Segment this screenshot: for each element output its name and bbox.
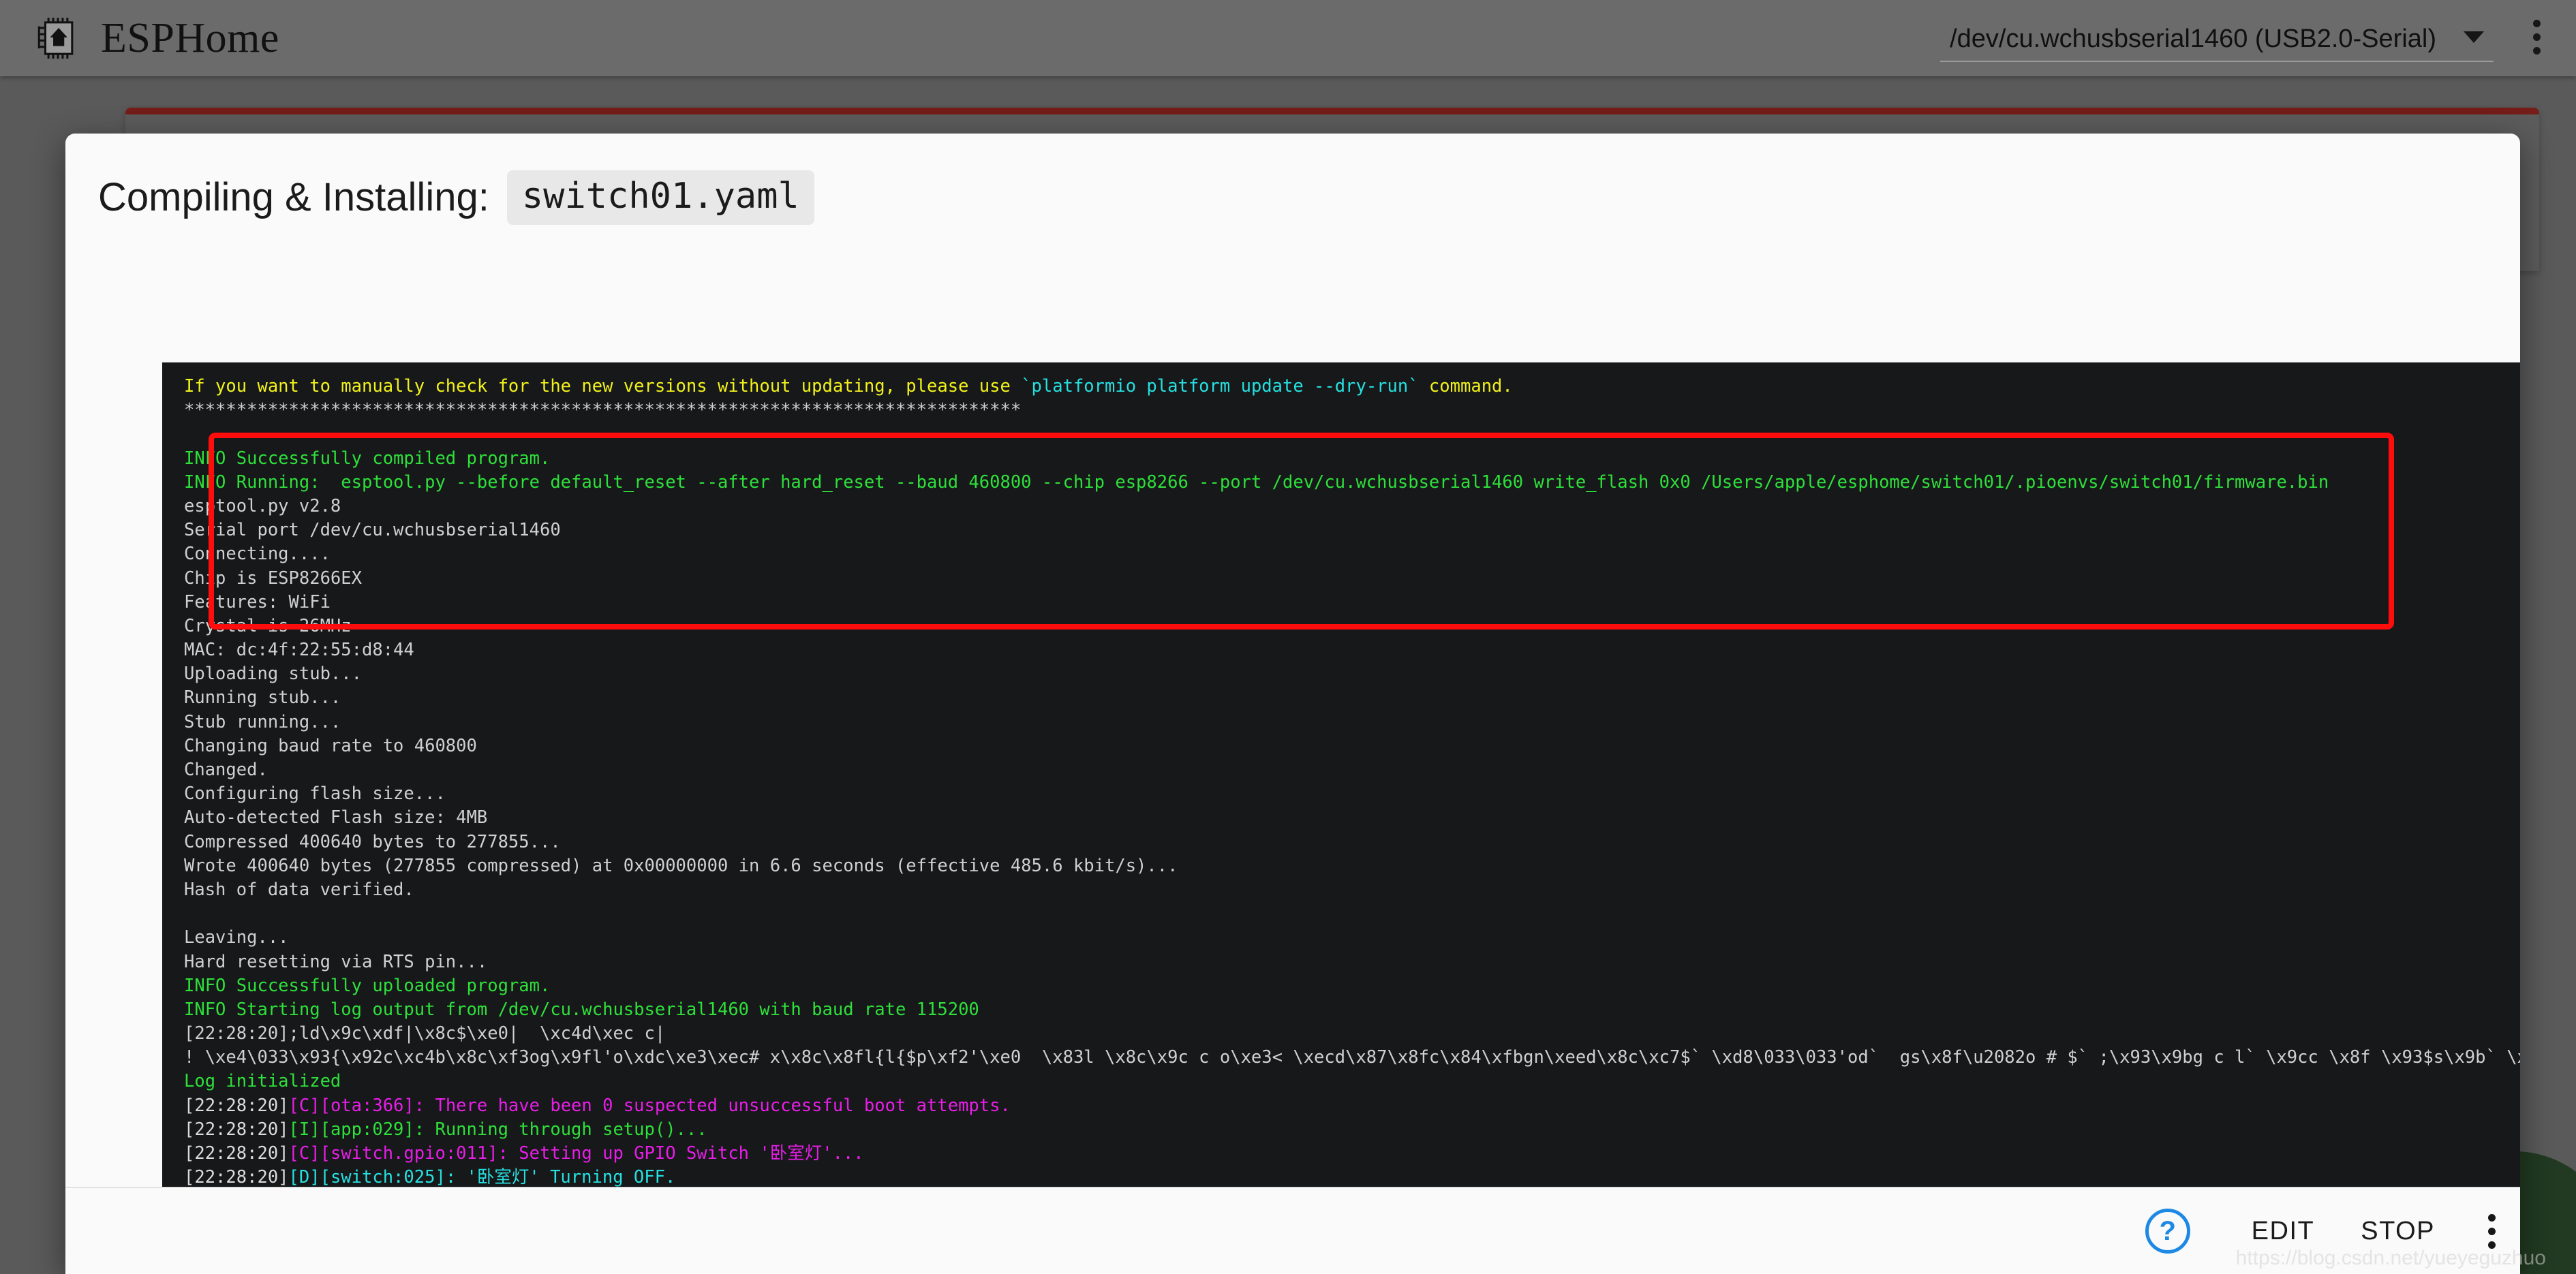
esphome-chip-house-icon: [33, 13, 83, 63]
console-segment: Auto-detected Flash size: 4MB: [184, 807, 487, 828]
watermark: https://blog.csdn.net/yueyeguzhuo: [2236, 1247, 2546, 1270]
console-line: [22:28:20][I][app:029]: Running through …: [184, 1118, 2520, 1142]
console-segment: [I][app:029]: Running through setup()...: [289, 1119, 707, 1140]
console-segment: MAC: dc:4f:22:55:d8:44: [184, 640, 414, 660]
help-circle-icon[interactable]: ?: [2145, 1209, 2190, 1254]
console-segment: [22:28:20];ld\x9c\xdf|\x8c$\xe0| \xc4d\x…: [184, 1023, 665, 1044]
console-line: Hard resetting via RTS pin...: [184, 950, 2520, 974]
console-line: Serial port /dev/cu.wchusbserial1460: [184, 518, 2520, 542]
console-line: ****************************************…: [184, 399, 2520, 422]
console-segment: Serial port /dev/cu.wchusbserial1460: [184, 520, 561, 540]
app-bar: ESPHome /dev/cu.wchusbserial1460 (USB2.0…: [0, 0, 2576, 76]
console-line: Changing baud rate to 460800: [184, 734, 2520, 758]
app-bar-right: /dev/cu.wchusbserial1460 (USB2.0-Serial): [1940, 0, 2547, 76]
console-line: [22:28:20];ld\x9c\xdf|\x8c$\xe0| \xc4d\x…: [184, 1022, 2520, 1046]
console-segment: Stub running...: [184, 712, 341, 732]
app-bar-overflow-menu[interactable]: [2526, 13, 2547, 61]
console-segment: ****************************************…: [184, 400, 1021, 420]
dialog-title-text: Compiling & Installing:: [98, 178, 489, 217]
console-line: Configuring flash size...: [184, 782, 2520, 806]
kebab-dot: [2488, 1214, 2496, 1222]
console-line: Compressed 400640 bytes to 277855...: [184, 830, 2520, 854]
console-segment: INFO Starting log output from /dev/cu.wc…: [184, 999, 979, 1020]
serial-port-value: /dev/cu.wchusbserial1460 (USB2.0-Serial): [1950, 25, 2436, 54]
compile-install-dialog: Compiling & Installing: switch01.yaml If…: [65, 134, 2520, 1274]
kebab-dot: [2533, 47, 2541, 55]
chevron-down-icon[interactable]: [2464, 31, 2484, 43]
console-segment: INFO Running: esptool.py --before defaul…: [184, 472, 2329, 493]
console-line: esptool.py v2.8: [184, 495, 2520, 518]
console-segment: Features: WiFi: [184, 592, 331, 612]
console-segment: Hard resetting via RTS pin...: [184, 952, 487, 972]
console-segment: Configuring flash size...: [184, 783, 446, 804]
console-segment: ! \xe4\033\x93{\x92c\xc4b\x8c\xf3og\x9fl…: [184, 1047, 2520, 1068]
console-segment: [C][ota:366]: There have been 0 suspecte…: [289, 1096, 1011, 1116]
kebab-dot: [2533, 33, 2541, 41]
console-segment: Uploading stub...: [184, 664, 362, 684]
console-segment: [22:28:20]: [184, 1167, 289, 1187]
console-segment: command.: [1419, 376, 1513, 397]
console-segment: [22:28:20]: [184, 1096, 289, 1116]
console-line: If you want to manually check for the ne…: [184, 375, 2520, 399]
dialog-title: Compiling & Installing: switch01.yaml: [65, 134, 2520, 225]
console-line: Log initialized: [184, 1070, 2520, 1093]
console-line: Stub running...: [184, 711, 2520, 734]
console-line: INFO Running: esptool.py --before defaul…: [184, 471, 2520, 495]
console-line: INFO Successfully compiled program.: [184, 447, 2520, 471]
console-line: Running stub...: [184, 686, 2520, 710]
console-line: INFO Successfully uploaded program.: [184, 974, 2520, 998]
console-line: Changed.: [184, 758, 2520, 782]
console-segment: `platformio platform update --dry-run`: [1021, 376, 1418, 397]
console-line: Auto-detected Flash size: 4MB: [184, 806, 2520, 830]
console-segment: Connecting....: [184, 544, 331, 564]
console-line: [184, 902, 2520, 926]
serial-port-select[interactable]: /dev/cu.wchusbserial1460 (USB2.0-Serial): [1940, 25, 2494, 62]
console-line: ! \xe4\033\x93{\x92c\xc4b\x8c\xf3og\x9fl…: [184, 1046, 2520, 1070]
console-output-panel[interactable]: If you want to manually check for the ne…: [162, 362, 2520, 1274]
console-segment: Wrote 400640 bytes (277855 compressed) a…: [184, 856, 1178, 876]
console-segment: [22:28:20]: [184, 1119, 289, 1140]
console-segment: [D][switch:025]: '卧室灯' Turning OFF.: [289, 1167, 676, 1187]
console-line: [22:28:20][C][ota:366]: There have been …: [184, 1094, 2520, 1118]
console-segment: Chip is ESP8266EX: [184, 568, 362, 589]
dialog-file-name: switch01.yaml: [507, 170, 814, 225]
console-line: [184, 422, 2520, 446]
console-segment: Running stub...: [184, 687, 341, 708]
brand-name: ESPHome: [101, 17, 279, 59]
console-segment: Crystal is 26MHz: [184, 616, 352, 636]
console-line: INFO Starting log output from /dev/cu.wc…: [184, 998, 2520, 1022]
console-segment: INFO Successfully compiled program.: [184, 448, 550, 469]
console-segment: Leaving...: [184, 927, 289, 948]
console-line: Connecting....: [184, 542, 2520, 566]
console-segment: [C][switch.gpio:011]: Setting up GPIO Sw…: [289, 1143, 864, 1164]
console-line: Features: WiFi: [184, 591, 2520, 615]
console-segment: Changed.: [184, 760, 268, 780]
app-root: ESPHome /dev/cu.wchusbserial1460 (USB2.0…: [0, 0, 2576, 1274]
console-segment: esptool.py v2.8: [184, 496, 341, 516]
console-line: Uploading stub...: [184, 662, 2520, 686]
console-segment: Changing baud rate to 460800: [184, 736, 477, 756]
console-log: If you want to manually check for the ne…: [162, 362, 2520, 1274]
console-line: [22:28:20][C][switch.gpio:011]: Setting …: [184, 1142, 2520, 1166]
console-segment: INFO Successfully uploaded program.: [184, 976, 550, 996]
brand: ESPHome: [33, 13, 279, 63]
console-line: MAC: dc:4f:22:55:d8:44: [184, 638, 2520, 662]
dialog-action-bar: ? EDIT STOP: [65, 1187, 2520, 1274]
kebab-dot: [2533, 20, 2541, 27]
console-segment: If you want to manually check for the ne…: [184, 376, 1021, 397]
console-line: Crystal is 26MHz: [184, 615, 2520, 638]
console-segment: Hash of data verified.: [184, 880, 414, 900]
console-segment: Compressed 400640 bytes to 277855...: [184, 832, 561, 852]
console-segment: Log initialized: [184, 1071, 341, 1091]
console-line: Wrote 400640 bytes (277855 compressed) a…: [184, 854, 2520, 878]
console-line: Chip is ESP8266EX: [184, 567, 2520, 591]
console-line: Hash of data verified.: [184, 878, 2520, 902]
console-line: Leaving...: [184, 926, 2520, 950]
kebab-dot: [2488, 1228, 2496, 1235]
console-segment: [22:28:20]: [184, 1143, 289, 1164]
